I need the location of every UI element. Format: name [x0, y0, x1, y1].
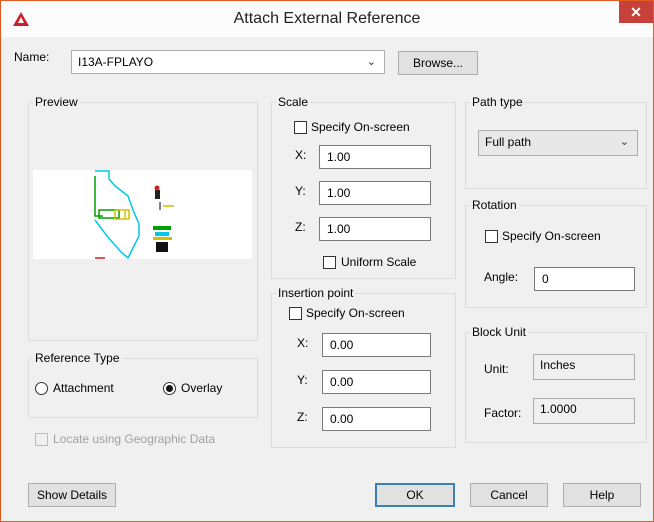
ok-button[interactable]: OK: [375, 483, 455, 507]
browse-button[interactable]: Browse...: [398, 51, 478, 75]
path-type-value: Full path: [485, 135, 532, 149]
rotation-label: Rotation: [470, 198, 519, 212]
insertion-point-label: Insertion point: [276, 286, 356, 300]
insertion-x-label: X:: [297, 336, 309, 350]
locate-geo-label: Locate using Geographic Data: [53, 432, 216, 446]
close-icon[interactable]: ✕: [619, 1, 653, 23]
path-type-dropdown[interactable]: Full path ⌄: [478, 130, 638, 156]
insertion-y-label: Y:: [297, 373, 308, 387]
drawing-preview-image: [33, 170, 252, 259]
locate-geo-checkbox[interactable]: [35, 433, 48, 446]
rotation-specify-onscreen-checkbox[interactable]: [485, 230, 498, 243]
attachment-radio[interactable]: [35, 382, 48, 395]
name-label: Name:: [14, 50, 50, 64]
insertion-specify-onscreen-checkbox[interactable]: [289, 307, 302, 320]
path-type-label: Path type: [470, 95, 525, 109]
unit-label: Unit:: [484, 362, 509, 376]
block-unit-group: Block Unit: [465, 325, 647, 443]
window-title: Attach External Reference: [233, 10, 421, 27]
insertion-specify-onscreen-label[interactable]: Specify On-screen: [306, 306, 405, 320]
title-bar[interactable]: Attach External Reference ✕: [1, 1, 653, 37]
help-button[interactable]: Help: [563, 483, 641, 507]
name-dropdown-value: I13A-FPLAYO: [78, 55, 154, 69]
insertion-z-label: Z:: [297, 410, 308, 424]
attach-xref-dialog: Attach External Reference ✕ Name: I13A-F…: [0, 0, 654, 522]
uniform-scale-label[interactable]: Uniform Scale: [341, 255, 416, 269]
angle-label: Angle:: [484, 270, 519, 284]
name-dropdown[interactable]: I13A-FPLAYO ⌄: [71, 50, 385, 74]
chevron-down-icon: ⌄: [366, 56, 376, 68]
overlay-radio[interactable]: [163, 382, 176, 395]
scale-label: Scale: [276, 95, 311, 109]
show-details-button[interactable]: Show Details: [28, 483, 116, 507]
scale-specify-onscreen-label[interactable]: Specify On-screen: [311, 120, 410, 134]
radio-selected-dot: [166, 385, 173, 392]
scale-x-input[interactable]: 1.00: [319, 145, 431, 169]
cancel-button[interactable]: Cancel: [470, 483, 548, 507]
scale-specify-onscreen-checkbox[interactable]: [294, 121, 307, 134]
preview-label: Preview: [33, 95, 80, 109]
scale-y-label: Y:: [295, 184, 306, 198]
insertion-x-input[interactable]: 0.00: [322, 333, 431, 357]
rotation-specify-onscreen-label[interactable]: Specify On-screen: [502, 229, 601, 243]
uniform-scale-checkbox[interactable]: [323, 256, 336, 269]
insertion-z-input[interactable]: 0.00: [322, 407, 431, 431]
angle-input[interactable]: 0: [534, 267, 635, 291]
unit-value: Inches: [533, 354, 635, 380]
reference-type-label: Reference Type: [33, 351, 122, 365]
rotation-group: Rotation: [465, 198, 647, 308]
scale-x-label: X:: [295, 148, 307, 162]
attachment-label[interactable]: Attachment: [53, 381, 114, 395]
block-unit-label: Block Unit: [470, 325, 529, 339]
chevron-down-icon: ⌄: [619, 136, 629, 148]
overlay-label[interactable]: Overlay: [181, 381, 222, 395]
scale-y-input[interactable]: 1.00: [319, 181, 431, 205]
scale-z-label: Z:: [295, 220, 306, 234]
scale-z-input[interactable]: 1.00: [319, 217, 431, 241]
factor-label: Factor:: [484, 406, 522, 420]
factor-value: 1.0000: [533, 398, 635, 424]
insertion-y-input[interactable]: 0.00: [322, 370, 431, 394]
